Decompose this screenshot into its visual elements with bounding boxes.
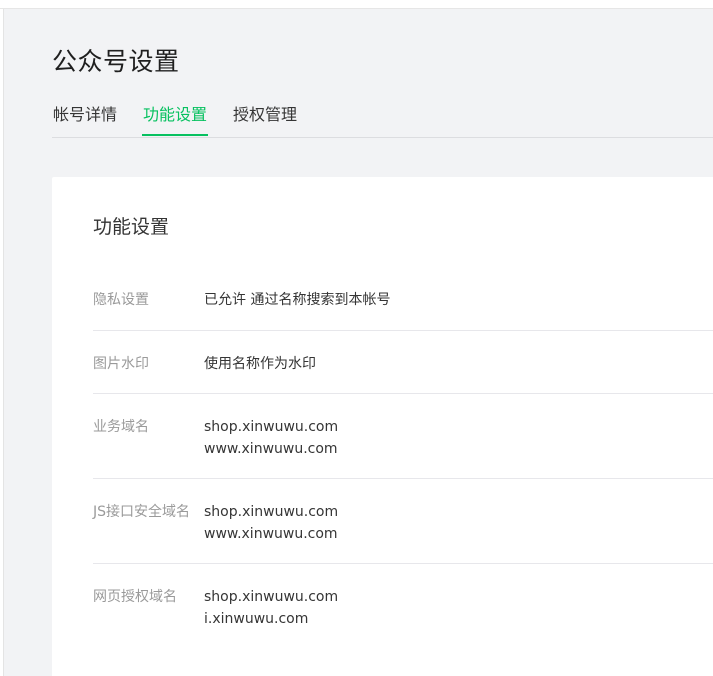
- top-strip: [0, 0, 713, 8]
- setting-value-line: 使用名称作为水印: [204, 356, 316, 372]
- feature-settings-card: 功能设置 隐私设置 已允许 通过名称搜索到本帐号 图片水印 使用名称作为水印 业…: [52, 177, 713, 676]
- tab-bar: 帐号详情 功能设置 授权管理: [52, 100, 713, 138]
- settings-list: 隐私设置 已允许 通过名称搜索到本帐号 图片水印 使用名称作为水印 业务域名 s…: [93, 267, 713, 649]
- setting-label: 隐私设置: [93, 292, 149, 308]
- setting-value-line: www.xinwuwu.com: [204, 526, 338, 542]
- setting-label: JS接口安全域名: [93, 504, 191, 520]
- setting-value: shop.xinwuwu.com www.xinwuwu.com: [204, 479, 713, 563]
- setting-label: 业务域名: [93, 419, 149, 435]
- setting-value-line: www.xinwuwu.com: [204, 441, 338, 457]
- setting-value: 使用名称作为水印: [204, 331, 713, 393]
- tab-feature-settings[interactable]: 功能设置: [142, 100, 209, 136]
- tab-authorization-management[interactable]: 授权管理: [232, 100, 298, 136]
- page-title: 公众号设置: [52, 47, 180, 76]
- setting-value-line: shop.xinwuwu.com: [204, 589, 339, 605]
- setting-value: 已允许 通过名称搜索到本帐号: [204, 267, 713, 330]
- setting-row-privacy: 隐私设置 已允许 通过名称搜索到本帐号: [93, 267, 713, 331]
- tab-account-details[interactable]: 帐号详情: [52, 100, 118, 136]
- setting-label: 网页授权域名: [93, 589, 177, 605]
- section-title: 功能设置: [93, 216, 170, 238]
- setting-value-line: i.xinwuwu.com: [204, 611, 309, 627]
- setting-row-business-domain: 业务域名 shop.xinwuwu.com www.xinwuwu.com: [93, 394, 713, 479]
- setting-label: 图片水印: [93, 356, 149, 372]
- setting-row-watermark: 图片水印 使用名称作为水印: [93, 331, 713, 394]
- setting-value-line: shop.xinwuwu.com: [204, 504, 339, 520]
- setting-value-line: 已允许 通过名称搜索到本帐号: [204, 292, 391, 308]
- setting-row-js-domain: JS接口安全域名 shop.xinwuwu.com www.xinwuwu.co…: [93, 479, 713, 564]
- setting-value-line: shop.xinwuwu.com: [204, 419, 339, 435]
- setting-row-oauth-domain: 网页授权域名 shop.xinwuwu.com i.xinwuwu.com: [93, 564, 713, 649]
- setting-value: shop.xinwuwu.com i.xinwuwu.com: [204, 564, 713, 649]
- setting-value: shop.xinwuwu.com www.xinwuwu.com: [204, 394, 713, 478]
